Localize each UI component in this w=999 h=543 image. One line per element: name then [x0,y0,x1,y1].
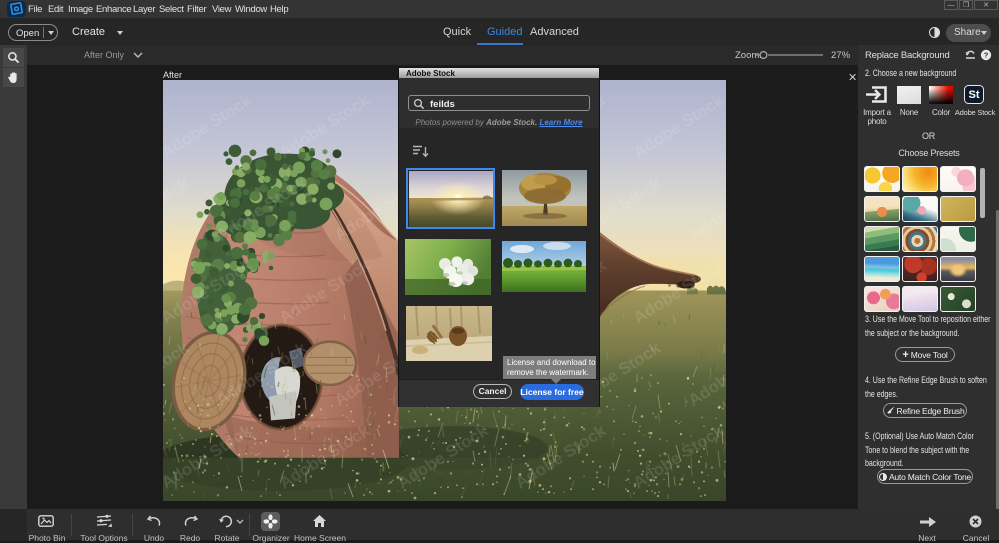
svg-text:?: ? [984,50,989,59]
